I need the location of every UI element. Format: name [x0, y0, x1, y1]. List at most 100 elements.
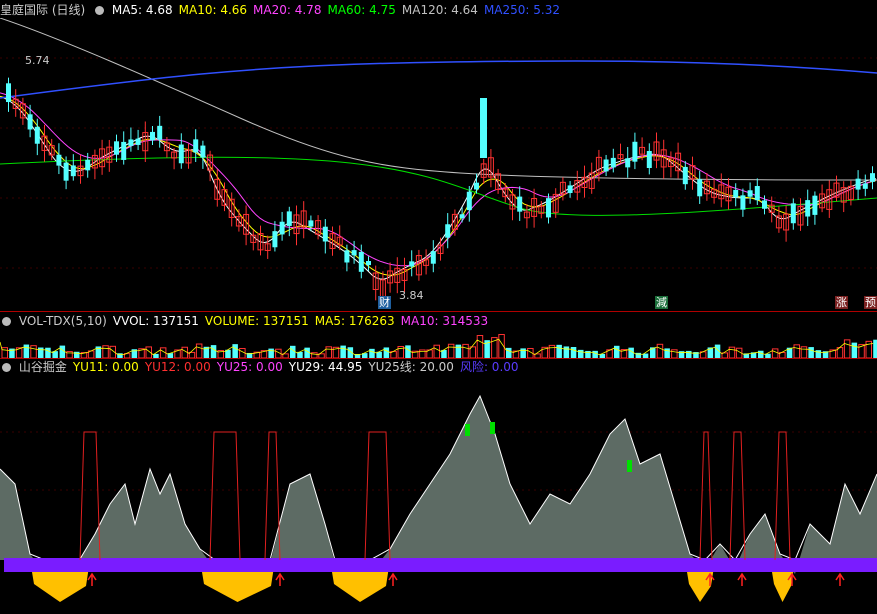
- legend-item: MA10: 314533: [400, 314, 489, 328]
- volume-bar: [656, 343, 664, 358]
- volume-chart[interactable]: [0, 328, 877, 358]
- ma120-line: [0, 18, 877, 181]
- candle-down: [27, 114, 33, 130]
- volume-bar: [570, 347, 577, 358]
- candle-down: [862, 183, 868, 189]
- legend-item: MA10: 4.66: [178, 3, 248, 17]
- buy-arrow-icon: [835, 572, 845, 586]
- candle-down: [308, 220, 314, 227]
- candle-down: [546, 198, 551, 218]
- candle-down: [178, 144, 184, 164]
- candle-down: [625, 158, 631, 168]
- candle-down: [646, 150, 652, 168]
- legend-item: YU25: 0.00: [216, 360, 283, 374]
- event-tag-jian[interactable]: 減: [655, 296, 668, 309]
- candle-down: [272, 231, 278, 248]
- volume-bar: [873, 339, 877, 358]
- volume-bar: [671, 349, 678, 358]
- volume-bar: [1, 347, 8, 358]
- candle-down: [34, 126, 40, 144]
- legend-item: 山谷掘金: [18, 360, 67, 374]
- volume-bar: [290, 345, 296, 358]
- candle-down: [697, 179, 703, 197]
- candle-down: [445, 224, 451, 238]
- legend-item: YU25线: 20.00: [368, 360, 454, 374]
- signal-spike: [729, 431, 746, 561]
- legend-item: MA20: 4.78: [253, 3, 322, 17]
- volume-bar: [239, 347, 246, 358]
- buy-arrow-icon: [275, 572, 285, 586]
- candle-down: [459, 214, 465, 219]
- green-marker: [465, 424, 470, 436]
- signal-spike: [699, 431, 713, 561]
- candle-down: [135, 138, 141, 145]
- volume-bar: [462, 343, 469, 358]
- legend-item: 风险: 0.00: [459, 360, 519, 374]
- volume-bar: [686, 350, 692, 358]
- candle-down: [322, 226, 328, 242]
- buy-arrow-icon: [87, 572, 97, 586]
- candle-down: [480, 98, 487, 158]
- volume-bar: [815, 350, 822, 358]
- volume-bar: [614, 345, 620, 358]
- legend-item: YU29: 44.95: [288, 360, 363, 374]
- signal-spike: [774, 431, 791, 561]
- legend-item: MA5: 4.68: [111, 3, 173, 17]
- volume-bar: [102, 345, 109, 358]
- candle-down: [6, 83, 11, 103]
- candle-down: [805, 200, 811, 217]
- volume-bar: [45, 347, 51, 358]
- ma-legend: MA5: 4.68 MA10: 4.66 MA20: 4.78 MA60: 4.75 M…: [112, 3, 566, 17]
- valley-indicator-chart[interactable]: [0, 374, 877, 614]
- volume-bar: [771, 348, 779, 358]
- volume-bar: [195, 343, 203, 358]
- candle-down: [279, 221, 285, 235]
- candle-down: [855, 178, 861, 190]
- volume-header: VOL-TDX(5,10) VVOL: 137151 VOLUME: 137151 M…: [0, 313, 500, 329]
- panel-separator: [0, 311, 877, 312]
- candle-down: [567, 185, 573, 194]
- candle-down: [754, 186, 760, 201]
- volume-bar: [556, 344, 562, 358]
- candle-down: [114, 141, 119, 155]
- dropdown-icon[interactable]: [2, 363, 11, 372]
- event-tag-zhang[interactable]: 涨: [835, 296, 848, 309]
- candle-down: [63, 162, 69, 181]
- candle-down: [733, 189, 739, 198]
- volume-bar: [664, 348, 670, 358]
- volume-bar: [383, 347, 390, 358]
- volume-bar: [793, 344, 800, 358]
- candle-down: [812, 195, 818, 215]
- low-price-label: 3.84: [399, 289, 424, 302]
- event-tag-yu[interactable]: 预: [864, 296, 877, 309]
- event-tag-cai[interactable]: 财: [378, 296, 391, 309]
- volume-bar: [369, 348, 375, 358]
- volume-bar: [232, 344, 238, 358]
- candle-down: [85, 159, 91, 171]
- legend-item: YU12: 0.00: [144, 360, 211, 374]
- volume-bar: [578, 349, 584, 358]
- indicator-legend: 山谷掘金 YU11: 0.00 YU12: 0.00 YU25: 0.00 YU29: …: [19, 360, 525, 374]
- price-chart[interactable]: [0, 18, 877, 310]
- candle-down: [610, 157, 616, 168]
- stock-title[interactable]: 皇庭国际 (日线): [0, 3, 85, 17]
- dropdown-icon[interactable]: [95, 6, 105, 15]
- legend-item: VOL-TDX(5,10): [18, 314, 107, 328]
- candle-down: [344, 250, 350, 263]
- buy-arrow-icon: [737, 572, 747, 586]
- candle-down: [740, 195, 746, 210]
- volume-bar: [23, 344, 30, 358]
- candle-down: [632, 141, 638, 162]
- volume-bar: [455, 344, 462, 358]
- candle-down: [366, 261, 371, 266]
- candle-down: [56, 154, 62, 166]
- candle-down: [193, 139, 199, 153]
- volume-bar: [520, 348, 526, 358]
- dropdown-icon[interactable]: [2, 317, 11, 326]
- candle-down: [870, 173, 875, 182]
- volume-bar: [808, 347, 814, 358]
- candle-down: [466, 191, 472, 211]
- signal-spike: [209, 431, 241, 561]
- volume-legend: VOL-TDX(5,10) VVOL: 137151 VOLUME: 137151 M…: [19, 314, 494, 328]
- candle-down: [762, 200, 767, 209]
